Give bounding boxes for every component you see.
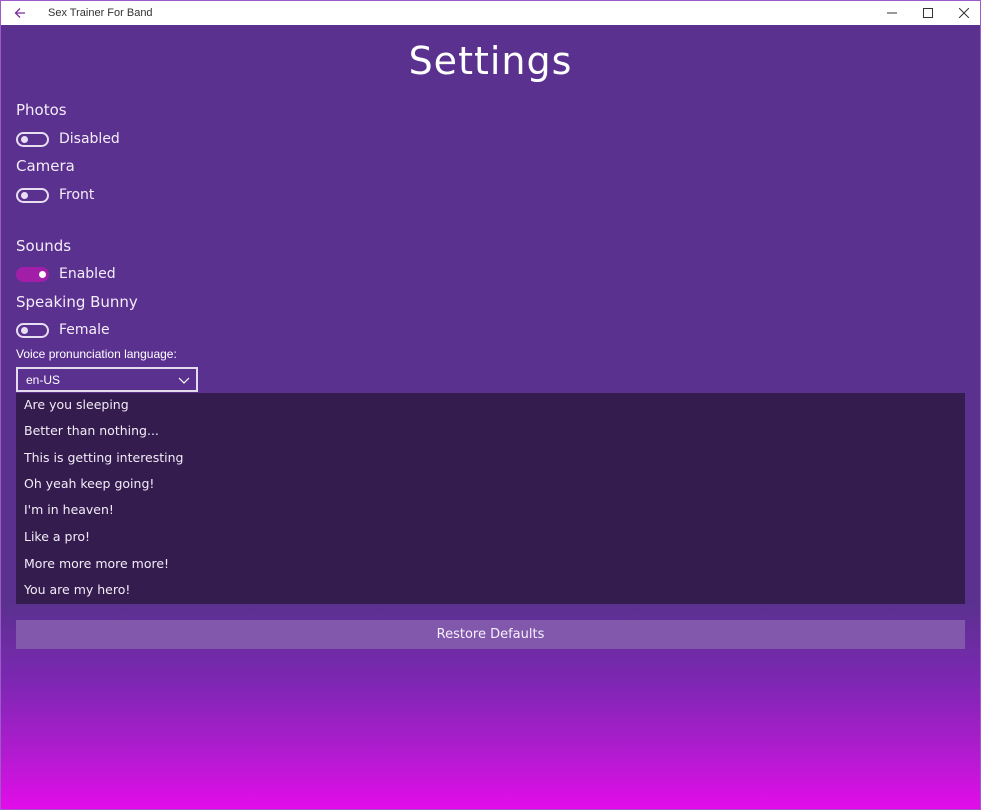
toggle-knob <box>39 270 46 278</box>
voice-language-select[interactable]: en-US <box>16 367 198 392</box>
page-title: Settings <box>408 39 573 83</box>
photos-state: Disabled <box>59 131 120 147</box>
voice-language-value: en-US <box>26 372 61 387</box>
phrase-item[interactable]: I'm in heaven! <box>24 502 114 517</box>
phrase-item[interactable]: Are you sleeping <box>24 397 129 412</box>
camera-state: Front <box>59 187 95 203</box>
speaking-bunny-state: Female <box>59 322 110 338</box>
phrase-list[interactable]: Are you sleeping Better than nothing... … <box>16 393 965 604</box>
toggle-knob <box>21 326 28 334</box>
app-window: Sex Trainer For Band Settings Photos Dis… <box>0 0 981 810</box>
sounds-toggle-row[interactable]: Enabled <box>16 264 116 284</box>
toggle-knob <box>21 135 28 143</box>
close-button[interactable] <box>946 1 981 25</box>
phrase-item[interactable]: More more more more! <box>24 556 169 571</box>
title-bar: Sex Trainer For Band <box>1 1 980 25</box>
back-arrow-icon <box>14 8 25 18</box>
speaking-bunny-toggle-row[interactable]: Female <box>16 320 110 340</box>
phrase-item[interactable]: Like a pro! <box>24 529 90 544</box>
window-title: Sex Trainer For Band <box>48 7 153 19</box>
close-icon <box>959 8 969 18</box>
voice-language-label: Voice pronunciation language: <box>16 347 177 361</box>
minimize-button[interactable] <box>874 1 910 25</box>
phrase-item[interactable]: Better than nothing... <box>24 423 159 438</box>
sounds-label: Sounds <box>16 237 72 255</box>
restore-defaults-button[interactable]: Restore Defaults <box>16 620 965 649</box>
minimize-icon <box>887 12 897 14</box>
phrase-item[interactable]: You are my hero! <box>24 582 130 597</box>
phrase-item[interactable]: Oh yeah keep going! <box>24 476 154 491</box>
camera-label: Camera <box>16 157 75 175</box>
photos-toggle-row[interactable]: Disabled <box>16 129 120 149</box>
sounds-state: Enabled <box>59 266 116 282</box>
settings-page: Settings Photos Disabled Camera Front So… <box>1 25 980 809</box>
photos-label: Photos <box>16 101 67 119</box>
photos-toggle[interactable] <box>16 131 49 147</box>
speaking-bunny-toggle[interactable] <box>16 322 49 338</box>
camera-toggle-row[interactable]: Front <box>16 185 94 205</box>
toggle-knob <box>21 191 28 199</box>
maximize-icon <box>923 8 933 18</box>
speaking-bunny-label: Speaking Bunny <box>16 293 138 311</box>
back-button[interactable] <box>7 3 33 23</box>
sounds-toggle[interactable] <box>16 266 49 282</box>
phrase-item[interactable]: This is getting interesting <box>24 450 184 465</box>
maximize-button[interactable] <box>910 1 946 25</box>
camera-toggle[interactable] <box>16 187 49 203</box>
chevron-down-icon <box>178 377 190 384</box>
